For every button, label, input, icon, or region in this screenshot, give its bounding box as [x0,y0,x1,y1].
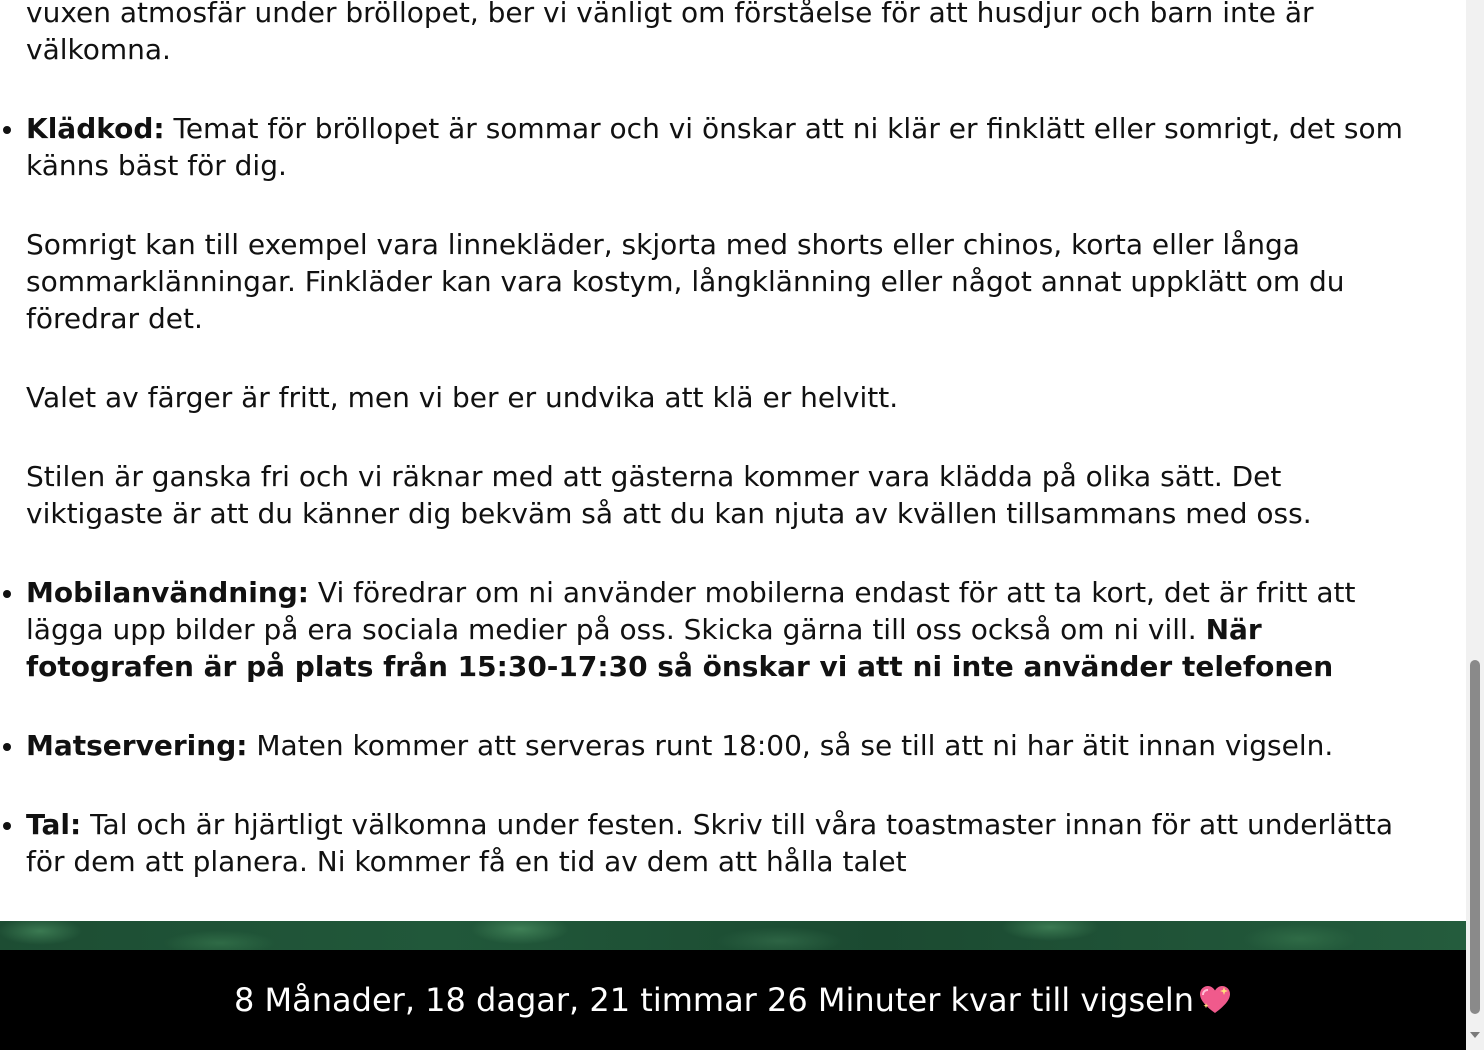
leaf-background-band [0,921,1466,950]
food-label: Matservering: [26,729,248,762]
countdown-footer: 8 Månader, 18 dagar, 21 timmar 26 Minute… [0,950,1466,1050]
speeches-text: Tal och är hjärtligt välkomna under fest… [26,808,1394,878]
list-item-food: Matservering: Maten kommer att serveras … [0,727,1406,764]
list-item-dress-code: Klädkod: Temat för bröllopet är sommar o… [0,110,1406,532]
dress-code-text: Temat för bröllopet är sommar och vi öns… [26,112,1403,182]
vertical-scrollbar[interactable] [1466,0,1484,1050]
sparkling-heart-icon [1198,984,1232,1016]
countdown-text-wrapper: 8 Månader, 18 dagar, 21 timmar 26 Minute… [234,980,1232,1020]
intro-paragraph-tail: vuxen atmosfär under bröllopet, ber vi v… [26,0,1314,66]
dress-code-label: Klädkod: [26,112,165,145]
dress-code-paragraph-3: Valet av färger är fritt, men vi ber er … [26,381,899,414]
dress-code-paragraph-2: Somrigt kan till exempel vara linnekläde… [26,228,1345,335]
rules-list: Klädkod: Temat för bröllopet är sommar o… [0,110,1466,880]
dress-code-paragraph-4: Stilen är ganska fri och vi räknar med a… [26,460,1312,530]
list-item-speeches: Tal: Tal och är hjärtligt välkomna under… [0,806,1406,880]
countdown-text: 8 Månader, 18 dagar, 21 timmar 26 Minute… [234,981,1194,1019]
scroll-down-arrow-icon[interactable] [1470,1032,1480,1038]
scrollbar-thumb[interactable] [1470,660,1480,1014]
food-text: Maten kommer att serveras runt 18:00, så… [247,729,1334,762]
list-item-mobile: Mobilanvändning: Vi föredrar om ni använ… [0,574,1406,685]
speeches-label: Tal: [26,808,82,841]
mobile-label: Mobilanvändning: [26,576,309,609]
info-content: vuxen atmosfär under bröllopet, ber vi v… [0,0,1466,921]
page: vuxen atmosfär under bröllopet, ber vi v… [0,0,1484,1050]
